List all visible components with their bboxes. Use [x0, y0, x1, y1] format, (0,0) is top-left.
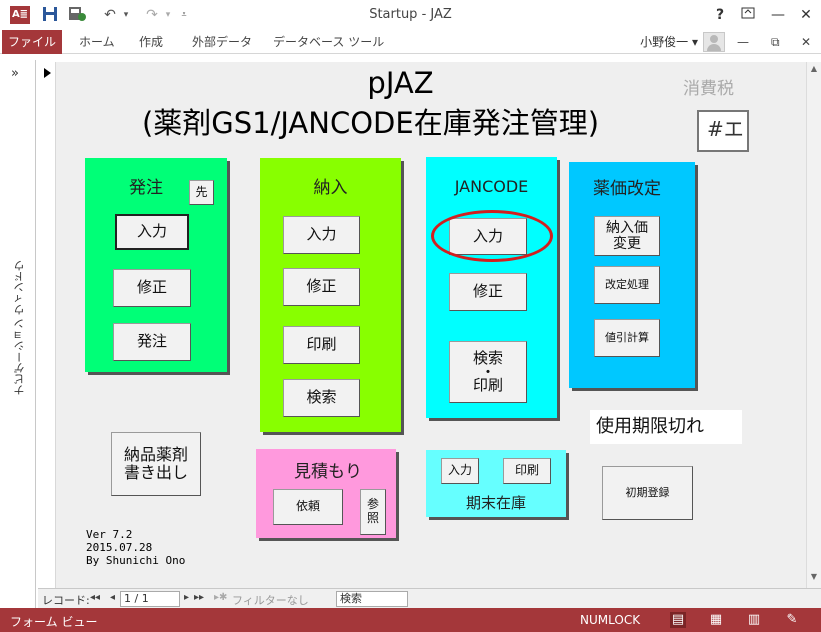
tab-file[interactable]: ファイル: [2, 30, 62, 54]
datasheet-view-icon[interactable]: ▦: [708, 612, 724, 628]
tax-field[interactable]: #エ: [697, 110, 749, 152]
jancode-search-print-button[interactable]: 検索 ・ 印刷: [449, 341, 527, 403]
minimize-button[interactable]: —: [764, 4, 792, 26]
period-end-title: 期末在庫: [465, 494, 526, 512]
order-panel: 発注 先 入力 修正 発注: [85, 158, 227, 372]
delivery-edit-button[interactable]: 修正: [283, 268, 360, 306]
tax-label: 消費税: [683, 79, 734, 99]
numlock-indicator: NUMLOCK: [580, 613, 641, 627]
vertical-scrollbar[interactable]: ▲ ▼: [806, 62, 821, 588]
price-revision-title: 薬価改定: [593, 179, 661, 199]
delivery-panel: 納入 入力 修正 印刷 検索: [260, 158, 401, 432]
user-name[interactable]: 小野俊一 ▾: [640, 30, 698, 54]
delivery-price-change-button[interactable]: 納入価 変更: [594, 216, 660, 256]
estimate-reference-button[interactable]: 参 照: [360, 489, 386, 535]
revision-process-button[interactable]: 改定処理: [594, 266, 660, 304]
doc-restore-button[interactable]: ⧉: [771, 30, 780, 54]
scroll-down-icon[interactable]: ▼: [807, 572, 821, 586]
record-search-input[interactable]: 検索: [336, 591, 408, 607]
delivery-title: 納入: [313, 178, 348, 198]
delivery-input-button[interactable]: 入力: [283, 216, 360, 254]
app-subtitle: (薬剤GS1/JANCODE在庫発注管理): [141, 106, 600, 140]
close-button[interactable]: ✕: [792, 4, 820, 26]
tab-create[interactable]: 作成: [139, 30, 163, 54]
discount-calc-button[interactable]: 値引計算: [594, 319, 660, 357]
design-view-icon[interactable]: ✎: [784, 612, 800, 628]
first-record-icon[interactable]: ◂◂: [90, 592, 100, 603]
next-record-icon[interactable]: ▸: [184, 592, 189, 603]
scroll-up-icon[interactable]: ▲: [807, 64, 821, 78]
delivery-print-button[interactable]: 印刷: [283, 326, 360, 364]
current-record-field[interactable]: 1 / 1: [120, 591, 180, 607]
window-title: Startup - JAZ: [369, 7, 452, 22]
status-bar: フォーム ビュー NUMLOCK ▤ ▦ ▥ ✎: [0, 608, 821, 632]
version-info: Ver 7.2 2015.07.28 By Shunichi Ono: [86, 528, 186, 567]
order-edit-button[interactable]: 修正: [113, 269, 191, 307]
period-end-input-button[interactable]: 入力: [441, 458, 479, 484]
doc-minimize-button[interactable]: —: [737, 30, 749, 54]
title-bar: A≣ ↶ ▾ ↷ ▾ ⩡ Startup - JAZ ? — ✕: [0, 0, 821, 30]
order-submit-button[interactable]: 発注: [113, 323, 191, 361]
jancode-title: JANCODE: [454, 177, 529, 196]
tab-external-data[interactable]: 外部データ: [192, 30, 252, 54]
estimate-request-button[interactable]: 依頼: [273, 489, 343, 525]
jancode-panel: JANCODE 入力 修正 検索 ・ 印刷: [426, 157, 557, 418]
filter-status[interactable]: フィルターなし: [232, 592, 309, 608]
jancode-input-button[interactable]: 入力: [449, 218, 527, 255]
form-view-icon[interactable]: ▤: [670, 612, 686, 628]
last-record-icon[interactable]: ▸▸: [194, 592, 204, 603]
tab-database-tools[interactable]: データベース ツール: [273, 30, 384, 54]
advance-order-button[interactable]: 先: [189, 180, 214, 205]
previous-record-icon[interactable]: ◂: [110, 592, 115, 603]
period-end-print-button[interactable]: 印刷: [503, 458, 551, 484]
period-end-stock-panel: 入力 印刷 期末在庫: [426, 450, 566, 517]
estimate-title: 見積もり: [294, 462, 362, 482]
layout-view-icon[interactable]: ▥: [746, 612, 762, 628]
avatar[interactable]: [703, 32, 725, 52]
record-navigation-bar: レコード: ◂◂ ◂ 1 / 1 ▸ ▸▸ ▸✱ フィルターなし 検索: [38, 588, 821, 608]
record-label: レコード:: [42, 594, 90, 607]
ribbon-display-options-icon[interactable]: [734, 4, 762, 26]
price-revision-panel: 薬価改定 納入価 変更 改定処理 値引計算: [569, 162, 695, 388]
ribbon-tabs: ファイル ホーム 作成 外部データ データベース ツール 小野俊一 ▾ — ⧉ …: [0, 30, 821, 54]
estimate-panel: 見積もり 依頼 参 照: [256, 449, 396, 538]
delivery-search-button[interactable]: 検索: [283, 379, 360, 417]
jancode-edit-button[interactable]: 修正: [449, 273, 527, 311]
tab-home[interactable]: ホーム: [79, 30, 115, 54]
navigation-pane-label[interactable]: ナビゲーション ウィンドウ: [12, 260, 28, 396]
view-mode-label: フォーム ビュー: [10, 615, 98, 629]
initial-register-button[interactable]: 初期登録: [602, 466, 693, 520]
help-button[interactable]: ?: [706, 4, 734, 26]
export-delivered-drugs-button[interactable]: 納品薬剤 書き出し: [111, 432, 201, 496]
doc-close-button[interactable]: ✕: [801, 30, 811, 54]
order-input-button[interactable]: 入力: [115, 214, 189, 250]
expiry-label: 使用期限切れ: [590, 410, 742, 444]
navigation-pane: » ナビゲーション ウィンドウ: [0, 60, 36, 608]
new-record-icon[interactable]: ▸✱: [214, 592, 227, 603]
